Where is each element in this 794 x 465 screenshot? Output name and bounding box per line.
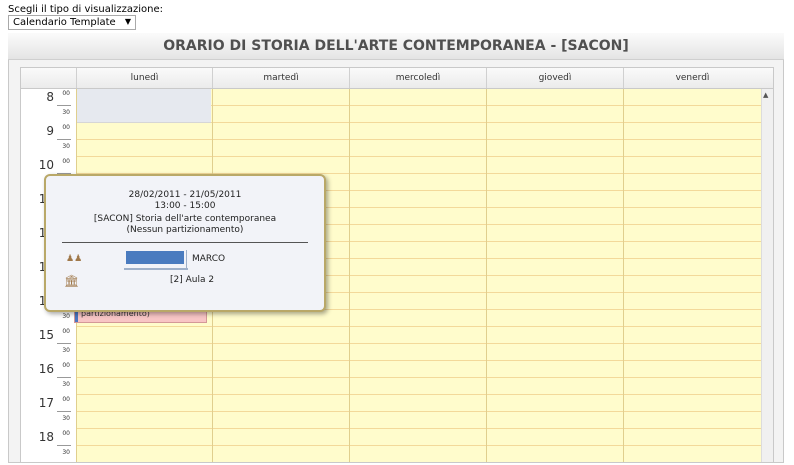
minute-30-label: 30	[62, 109, 70, 116]
hour-row: 18 00 30	[21, 429, 76, 462]
day-header-thursday: giovedì	[486, 68, 623, 88]
minute-30-label: 30	[62, 347, 70, 354]
tooltip-time-range: 13:00 - 15:00	[154, 201, 216, 211]
divider	[57, 445, 71, 446]
view-type-label: Scegli il tipo di visualizzazione:	[8, 4, 164, 15]
hour-row: 17 00 30	[21, 395, 76, 429]
divider	[57, 411, 71, 412]
minute-00-label: 00	[62, 158, 70, 165]
tooltip-date-range: 28/02/2011 - 21/05/2011	[128, 190, 242, 200]
view-type-value: Calendario Template	[13, 17, 116, 28]
hour-label: 16	[38, 362, 54, 376]
teacher-bar-edge	[186, 250, 187, 270]
minute-00-label: 00	[62, 328, 70, 335]
building-icon: 🏛	[64, 274, 80, 288]
day-header-friday: venerdì	[623, 68, 761, 88]
minute-30-label: 30	[62, 313, 70, 320]
teacher-color-bar	[126, 251, 184, 264]
day-header-tuesday: martedì	[212, 68, 349, 88]
chevron-down-icon[interactable]: ▼	[125, 17, 131, 26]
minute-00-label: 00	[62, 396, 70, 403]
hour-label: 18	[38, 430, 54, 444]
highlighted-slot[interactable]	[77, 89, 211, 123]
scroll-up-arrow-icon[interactable]: ▲	[763, 91, 768, 99]
tooltip-divider	[62, 242, 308, 243]
tooltip-course: [SACON] Storia dell'arte contemporanea	[93, 214, 277, 224]
calendar-title: ORARIO DI STORIA DELL'ARTE CONTEMPORANEA…	[8, 33, 784, 60]
day-column-thursday[interactable]	[486, 89, 623, 462]
day-header-row: lunedì martedì mercoledì giovedì venerdì	[21, 68, 773, 89]
hour-row: 15 00 30	[21, 327, 76, 361]
minute-30-label: 30	[62, 415, 70, 422]
minute-30-label: 30	[62, 381, 70, 388]
hour-row: 16 00 30	[21, 361, 76, 395]
teacher-bar-underline	[124, 268, 188, 270]
hour-label: 10	[38, 158, 54, 172]
divider	[57, 343, 71, 344]
divider	[57, 377, 71, 378]
day-header-wednesday: mercoledì	[349, 68, 486, 88]
day-header-monday: lunedì	[76, 68, 212, 88]
minute-30-label: 30	[62, 449, 70, 456]
minute-00-label: 00	[62, 124, 70, 131]
day-column-friday[interactable]	[623, 89, 761, 462]
hour-label: 8	[46, 90, 54, 104]
hour-label: 9	[46, 124, 54, 138]
tooltip-room: [2] Aula 2	[170, 275, 215, 285]
tooltip-partition: (Nessun partizionamento)	[126, 225, 244, 235]
hour-label: 17	[38, 396, 54, 410]
hour-label: 15	[38, 328, 54, 342]
minute-00-label: 00	[62, 430, 70, 437]
view-type-select[interactable]: Calendario Template ▼	[8, 15, 136, 30]
event-tooltip: 28/02/2011 - 21/05/2011 13:00 - 15:00 [S…	[44, 174, 326, 312]
tooltip-teacher: MARCO	[192, 254, 226, 264]
vertical-scrollbar[interactable]: ▲	[761, 89, 773, 462]
divider	[57, 139, 71, 140]
minute-00-label: 00	[62, 90, 70, 97]
hour-row: 8 00 30	[21, 89, 76, 123]
divider	[57, 105, 71, 106]
minute-30-label: 30	[62, 143, 70, 150]
hour-row: 9 00 30	[21, 123, 76, 157]
people-icon: ♟♟	[66, 254, 83, 264]
day-column-wednesday[interactable]	[349, 89, 486, 462]
minute-00-label: 00	[62, 362, 70, 369]
